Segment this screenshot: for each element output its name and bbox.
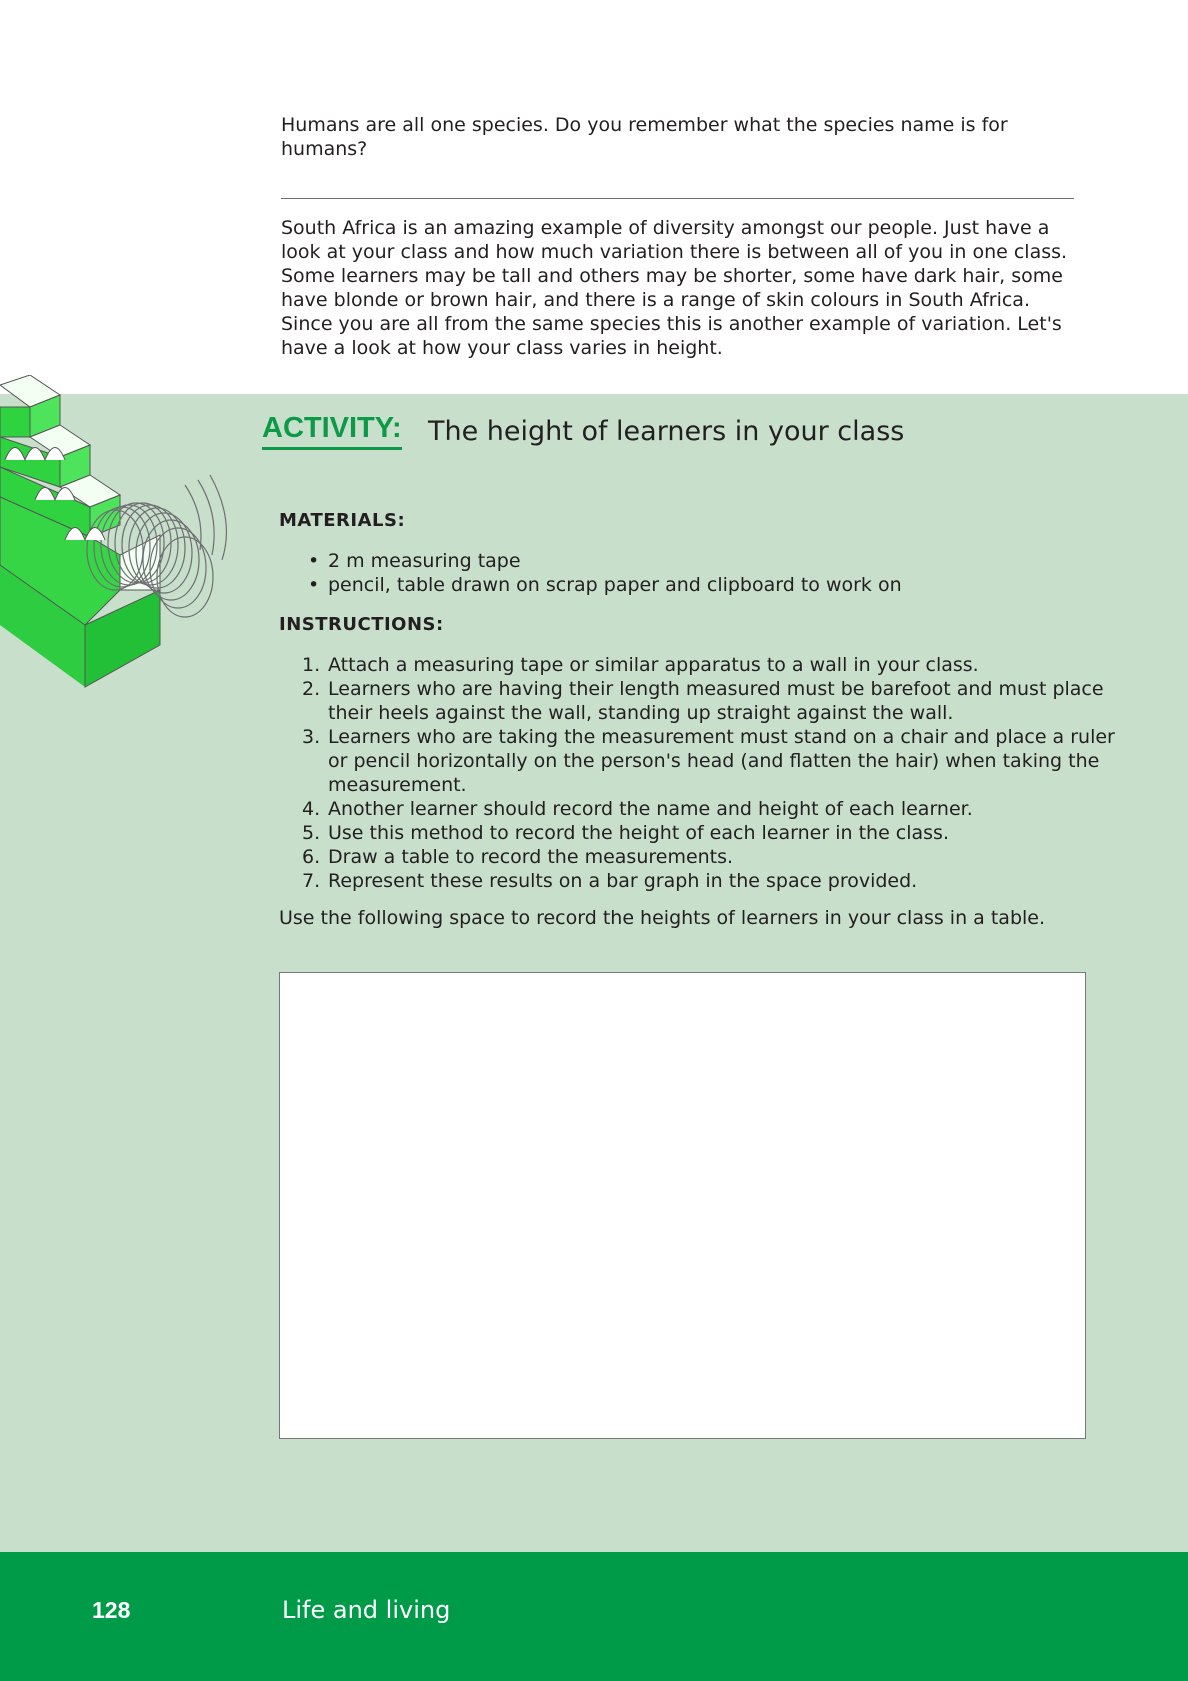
instructions-heading: INSTRUCTIONS: [279,614,444,635]
instruction-step: Attach a measuring tape or similar appar… [302,653,979,677]
materials-heading: MATERIALS: [279,510,406,531]
list-item: pencil, table drawn on scrap paper and c… [308,573,1118,597]
list-item: 2 m measuring tape [308,549,1118,573]
instruction-step: Represent these results on a bar graph i… [302,869,918,893]
instruction-step: Draw a table to record the measurements. [302,845,734,869]
answer-line[interactable] [281,198,1074,199]
activity-title: The height of learners in your class [428,416,905,447]
materials-list: 2 m measuring tape pencil, table drawn o… [279,549,1118,597]
instruction-step: Another learner should record the name a… [302,797,973,821]
activity-label: ACTIVITY: [262,412,402,450]
staircase-slinky-illustration [0,375,227,688]
intro-question: Humans are all one species. Do you remem… [281,114,1008,160]
instruction-step: Learners who are taking the measurement … [302,725,1115,796]
record-table-area[interactable] [279,972,1086,1439]
instructions-list: Attach a measuring tape or similar appar… [279,653,1128,893]
chapter-title: Life and living [282,1596,451,1624]
page-footer: 128 Life and living [0,1552,1188,1681]
page-number: 128 [92,1597,131,1623]
record-note: Use the following space to record the he… [279,907,1046,929]
instruction-step: Use this method to record the height of … [302,821,949,845]
instruction-step: Learners who are having their length mea… [302,677,1104,724]
intro-paragraph: South Africa is an amazing example of di… [281,217,1068,359]
